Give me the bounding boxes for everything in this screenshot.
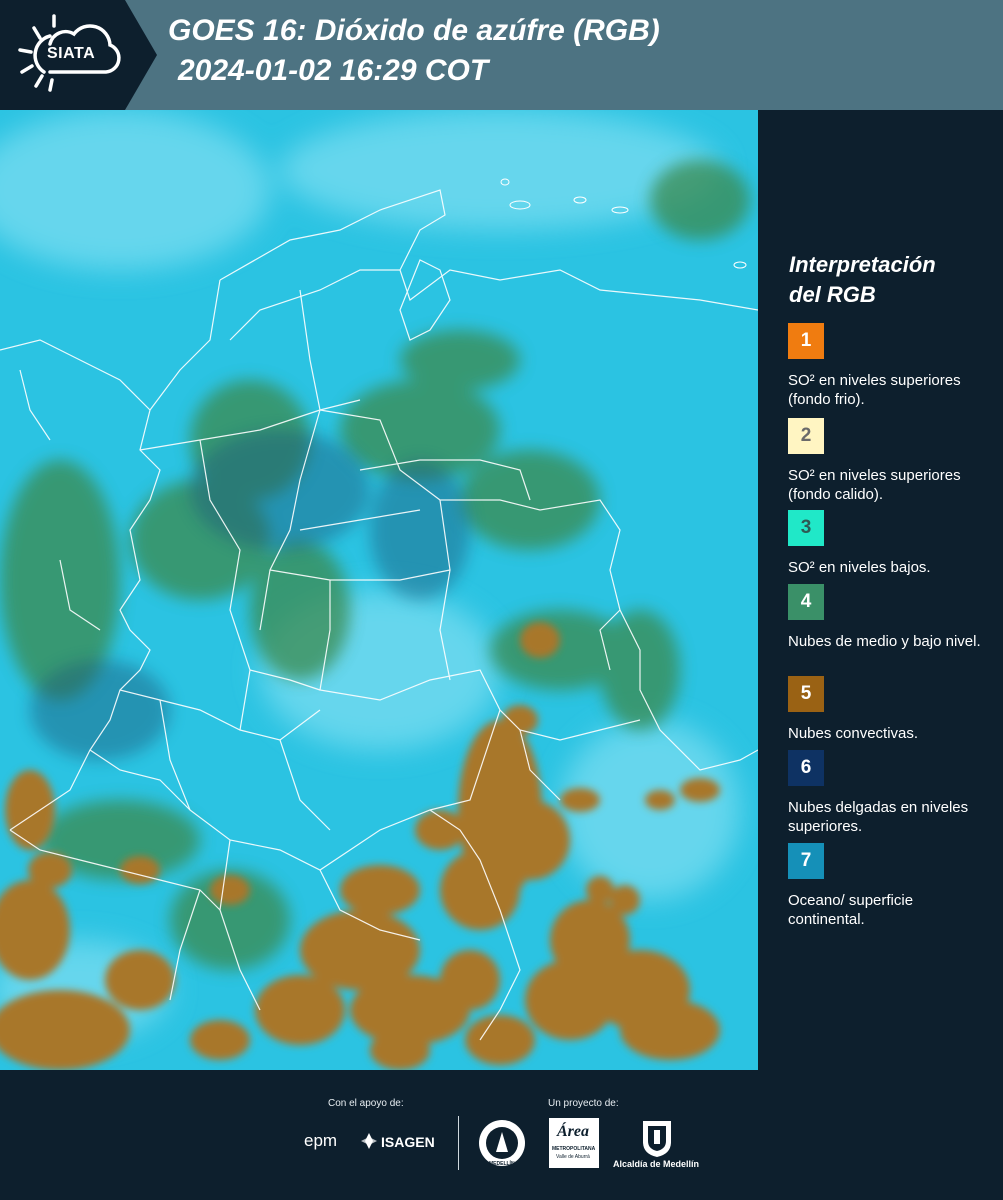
- area-name: Área: [557, 1123, 589, 1140]
- header-bar: SIATA GOES 16: Dióxido de azúfre (RGB) 2…: [0, 0, 1003, 110]
- isagen-mark-icon: [361, 1133, 377, 1149]
- legend-swatch: 7: [788, 843, 824, 879]
- legend-item: 3 SO² en niveles bajos.: [788, 510, 993, 577]
- legend-label: Nubes delgadas en niveles superiores.: [788, 799, 969, 835]
- legend-number: 6: [800, 757, 812, 778]
- legend-item: 7 Oceano/ superficie continental.: [788, 843, 993, 929]
- project-label: Un proyecto de:: [548, 1098, 619, 1109]
- timestamp: 2024-01-02 16:29 COT: [178, 54, 489, 87]
- support-label: Con el apoyo de:: [328, 1098, 404, 1109]
- satellite-map: [0, 110, 758, 1070]
- logo-text: SIATA: [47, 45, 96, 62]
- area-sub2: Valle de Aburrá: [556, 1154, 590, 1160]
- legend-title-line1: Interpretación: [789, 252, 936, 277]
- isagen-logo: ISAGEN: [381, 1134, 435, 1150]
- alcaldia-shield-icon: [643, 1121, 671, 1157]
- legend-item: 4 Nubes de medio y bajo nivel.: [788, 584, 993, 651]
- seal-text: MEDELLÍN: [489, 1161, 515, 1167]
- legend-label: SO² en niveles superiores (fondo calido)…: [788, 467, 961, 503]
- legend-number: 3: [800, 517, 812, 538]
- legend-label: Nubes de medio y bajo nivel.: [788, 633, 981, 650]
- legend-title-line2: del RGB: [789, 282, 876, 307]
- legend-swatch: 3: [788, 510, 824, 546]
- legend-item: 6 Nubes delgadas en niveles superiores.: [788, 750, 993, 836]
- legend-item: 2 SO² en niveles superiores (fondo calid…: [788, 418, 993, 504]
- siata-logo: SIATA: [0, 0, 125, 110]
- legend-swatch: 2: [788, 418, 824, 454]
- alcaldia-label: Alcaldía de Medellín: [613, 1159, 700, 1169]
- legend-number: 5: [800, 683, 812, 704]
- legend-label: Nubes convectivas.: [788, 725, 919, 742]
- legend-label: SO² en niveles bajos.: [788, 559, 931, 576]
- legend-swatch: 6: [788, 750, 824, 786]
- legend-item: 5 Nubes convectivas.: [788, 676, 993, 743]
- legend-swatch: 4: [788, 584, 824, 620]
- legend-number: 2: [800, 425, 812, 446]
- footer-divider: [458, 1116, 459, 1170]
- legend-number: 4: [800, 591, 812, 612]
- legend-label: SO² en niveles superiores (fondo frio).: [788, 372, 961, 408]
- legend-item: 1 SO² en niveles superiores (fondo frio)…: [788, 323, 993, 409]
- area-sub: METROPOLITANA: [552, 1146, 596, 1152]
- page-title: GOES 16: Dióxido de azúfre (RGB): [168, 14, 660, 47]
- legend-label: Oceano/ superficie continental.: [788, 892, 914, 928]
- legend-swatch: 5: [788, 676, 824, 712]
- legend-title: Interpretación del RGB: [789, 250, 936, 310]
- legend-swatch: 1: [788, 323, 824, 359]
- satellite-image: [0, 110, 758, 1070]
- legend-panel: Interpretación del RGB 1 SO² en niveles …: [758, 110, 1003, 1070]
- epm-logo: epm: [304, 1131, 338, 1150]
- footer: Con el apoyo de: Un proyecto de: epm ISA…: [0, 1070, 1003, 1200]
- legend-number: 7: [800, 850, 812, 871]
- logo-arrow: [125, 0, 157, 110]
- legend-number: 1: [800, 330, 812, 351]
